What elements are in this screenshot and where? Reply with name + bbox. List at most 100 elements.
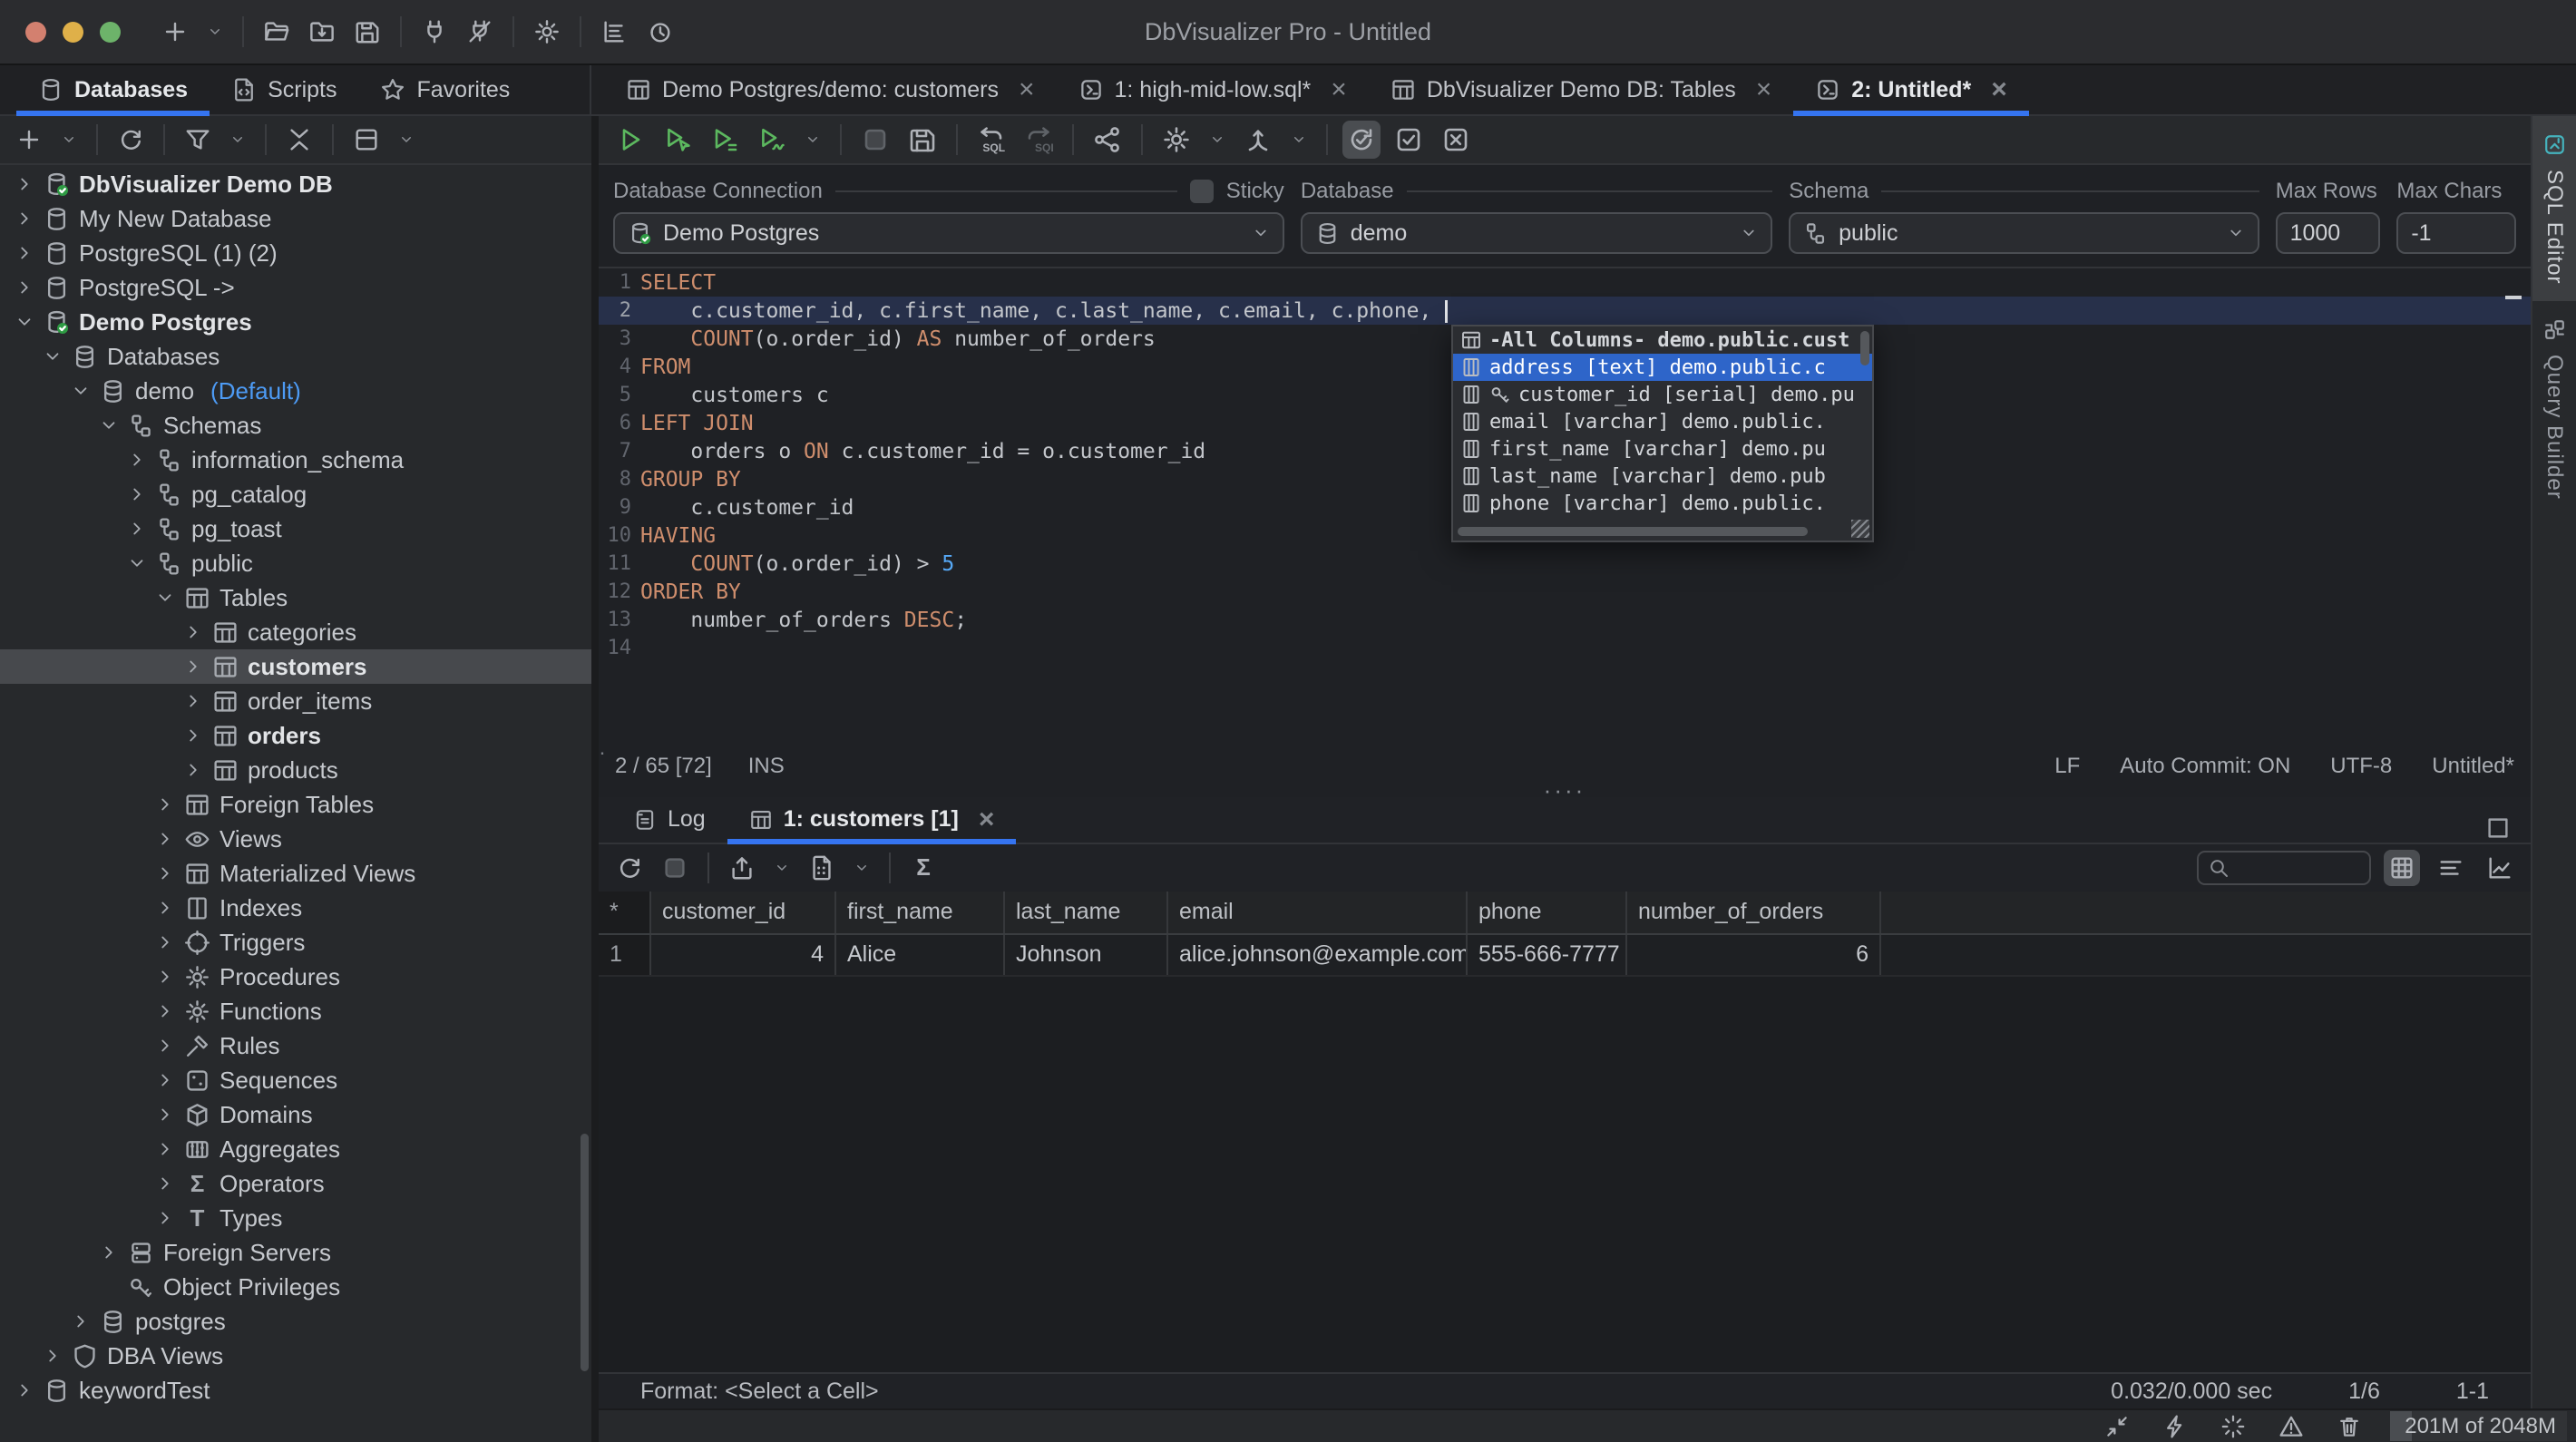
expand-node-icon[interactable] — [15, 174, 34, 194]
plug-button[interactable] — [416, 14, 453, 50]
zoom-window-button[interactable] — [100, 22, 121, 43]
export-button[interactable] — [724, 850, 760, 886]
grid-cell-[interactable]: 1 — [599, 935, 651, 975]
expand-node-icon[interactable] — [155, 1139, 175, 1159]
results-tab-1-customers-1[interactable]: 1: customers [1]× — [727, 797, 1017, 843]
close-tab-icon[interactable]: × — [979, 806, 995, 833]
popup-vertical-scrollbar[interactable] — [1860, 331, 1869, 365]
warn-button[interactable] — [2274, 1409, 2308, 1442]
tree-item-keywordtest[interactable]: keywordTest — [0, 1373, 591, 1408]
editor-line-11[interactable]: 11 COUNT(o.order_id) > 5 — [599, 550, 2531, 578]
collapse-node-icon[interactable] — [155, 588, 175, 608]
chevron-down-button[interactable] — [800, 127, 825, 152]
close-tab-icon[interactable]: × — [1756, 76, 1772, 103]
autocomplete-item-all[interactable]: -All Columns- demo.public.cust — [1453, 326, 1872, 354]
editor-tab-1-high-mid-low-sql[interactable]: 1: high-mid-low.sql*× — [1057, 65, 1369, 114]
sigma-glyph-button[interactable]: Σ — [905, 850, 942, 886]
editor-tab-2-untitled[interactable]: 2: Untitled*× — [1793, 65, 2028, 114]
database-select[interactable]: demo — [1301, 212, 1772, 254]
max-chars-input[interactable]: -1 — [2396, 212, 2516, 254]
results-splitter[interactable]: ···· — [599, 783, 2531, 797]
stop-button[interactable] — [657, 850, 693, 886]
save-button[interactable] — [903, 121, 942, 159]
tree-item-views[interactable]: Views — [0, 822, 591, 856]
chevron-down-button[interactable] — [1205, 127, 1230, 152]
shrink-button[interactable] — [2100, 1409, 2134, 1442]
undo-sql-button[interactable]: SQL — [972, 121, 1010, 159]
expand-node-icon[interactable] — [155, 898, 175, 918]
tree-item-postgresql-1-2[interactable]: PostgreSQL (1) (2) — [0, 236, 591, 270]
expand-node-icon[interactable] — [155, 1001, 175, 1021]
expand-node-icon[interactable] — [155, 829, 175, 849]
tree-item-types[interactable]: TTypes — [0, 1201, 591, 1235]
expand-node-icon[interactable] — [183, 657, 203, 677]
column-header-phone[interactable]: phone — [1468, 892, 1627, 933]
sidebar-splitter[interactable]: ⋮⋮⋮ — [591, 116, 599, 1442]
column-header-first-name[interactable]: first_name — [836, 892, 1005, 933]
collapse-button[interactable] — [281, 122, 317, 158]
results-search-input[interactable] — [2197, 851, 2371, 885]
tree-item-demo[interactable]: demo(Default) — [0, 374, 591, 408]
tree-item-customers[interactable]: customers — [0, 649, 591, 684]
results-tab-log[interactable]: Log — [611, 797, 727, 843]
redo-sql-button[interactable]: SQL — [1020, 121, 1058, 159]
tab-scripts[interactable]: Scripts — [210, 65, 358, 114]
column-header-email[interactable]: email — [1168, 892, 1468, 933]
side-tab-sql-editor[interactable]: SQL Editor — [2532, 116, 2576, 301]
bars-button[interactable] — [596, 14, 632, 50]
tree-item-information-schema[interactable]: information_schema — [0, 443, 591, 477]
tree-item-foreign-tables[interactable]: Foreign Tables — [0, 787, 591, 822]
expand-node-icon[interactable] — [183, 622, 203, 642]
tree-item-sequences[interactable]: Sequences — [0, 1063, 591, 1097]
collapse-node-icon[interactable] — [43, 346, 63, 366]
tree-item-orders[interactable]: orders — [0, 718, 591, 753]
gear-button[interactable] — [1157, 121, 1195, 159]
tree-item-indexes[interactable]: Indexes — [0, 891, 591, 925]
tree-item-pg-toast[interactable]: pg_toast — [0, 512, 591, 546]
tree-item-domains[interactable]: Domains — [0, 1097, 591, 1132]
collapse-node-icon[interactable] — [15, 312, 34, 332]
list-view-button[interactable] — [2433, 850, 2469, 886]
expand-node-icon[interactable] — [127, 450, 147, 470]
minimize-window-button[interactable] — [63, 22, 83, 43]
commit-x-button[interactable] — [1437, 121, 1475, 159]
grid-cell-last-name[interactable]: Johnson — [1005, 935, 1168, 975]
grid-view-button[interactable] — [2384, 850, 2420, 886]
tree-item-my-new-database[interactable]: My New Database — [0, 201, 591, 236]
column-header-last-name[interactable]: last_name — [1005, 892, 1168, 933]
tree-item-order-items[interactable]: order_items — [0, 684, 591, 718]
tree-item-public[interactable]: public — [0, 546, 591, 580]
plus-button[interactable] — [157, 14, 193, 50]
chart-view-button[interactable] — [2482, 850, 2518, 886]
editor-tab-dbvisualizer-demo-db-tables[interactable]: DbVisualizer Demo DB: Tables× — [1369, 65, 1793, 114]
tree-item-operators[interactable]: ΣOperators — [0, 1166, 591, 1201]
autocomplete-item-customer-id[interactable]: customer_id [serial] demo.pu — [1453, 381, 1872, 408]
tree-item-pg-catalog[interactable]: pg_catalog — [0, 477, 591, 512]
trash-button[interactable] — [2332, 1409, 2366, 1442]
tree-item-rules[interactable]: Rules — [0, 1028, 591, 1063]
merge-button[interactable] — [1239, 121, 1277, 159]
plug-off-button[interactable] — [462, 14, 498, 50]
share-button[interactable] — [1088, 121, 1127, 159]
collapse-node-icon[interactable] — [99, 415, 119, 435]
filter-button[interactable] — [180, 122, 216, 158]
expand-node-icon[interactable] — [15, 278, 34, 297]
expand-node-icon[interactable] — [183, 760, 203, 780]
popup-horizontal-scrollbar[interactable] — [1458, 527, 1808, 536]
chevron-down-button[interactable] — [849, 855, 874, 881]
expand-node-icon[interactable] — [155, 1070, 175, 1090]
tree-item-dbvisualizer-demo-db[interactable]: DbVisualizer Demo DB — [0, 167, 591, 201]
sidebar-scrollbar[interactable] — [581, 1134, 589, 1371]
close-window-button[interactable] — [25, 22, 46, 43]
sticky-checkbox[interactable] — [1190, 180, 1214, 203]
tree-item-tables[interactable]: Tables — [0, 580, 591, 615]
busy-button[interactable] — [2216, 1409, 2250, 1442]
tree-item-demo-postgres[interactable]: Demo Postgres — [0, 305, 591, 339]
collapse-node-icon[interactable] — [127, 553, 147, 573]
editor-line-12[interactable]: 12ORDER BY — [599, 578, 2531, 606]
expand-node-icon[interactable] — [127, 519, 147, 539]
close-tab-icon[interactable]: × — [1991, 76, 2007, 103]
side-tab-query-builder[interactable]: Query Builder — [2532, 301, 2576, 516]
tree-item-object-privileges[interactable]: Object Privileges — [0, 1270, 591, 1304]
tree-item-aggregates[interactable]: Aggregates — [0, 1132, 591, 1166]
